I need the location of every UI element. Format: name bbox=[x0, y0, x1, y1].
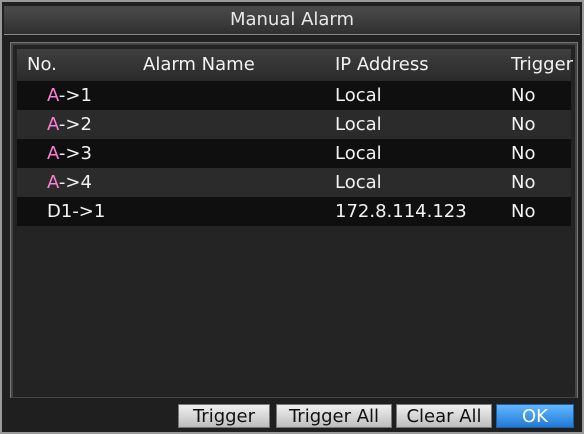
alarm-table: No. Alarm Name IP Address Trigger A->1 L… bbox=[10, 42, 578, 400]
clear-all-button[interactable]: Clear All bbox=[396, 404, 492, 428]
row-trigger: No bbox=[511, 85, 536, 106]
row-no: A->3 bbox=[47, 143, 92, 164]
row-ip-address: Local bbox=[335, 114, 382, 135]
row-trigger: No bbox=[511, 201, 536, 222]
table-body: A->1 Local No A->2 Local No A->3 Local N… bbox=[17, 81, 571, 381]
table-row[interactable]: D1->1 172.8.114.123 No bbox=[17, 197, 571, 226]
button-bar: Trigger Trigger All Clear All OK bbox=[2, 398, 582, 432]
table-header: No. Alarm Name IP Address Trigger bbox=[17, 49, 573, 82]
row-trigger: No bbox=[511, 143, 536, 164]
row-ip-address: 172.8.114.123 bbox=[335, 201, 467, 222]
row-trigger: No bbox=[511, 172, 536, 193]
ok-button[interactable]: OK bbox=[496, 404, 574, 428]
header-no: No. bbox=[27, 54, 57, 75]
row-trigger: No bbox=[511, 114, 536, 135]
row-ip-address: Local bbox=[335, 143, 382, 164]
trigger-button[interactable]: Trigger bbox=[178, 404, 270, 428]
window-title: Manual Alarm bbox=[4, 6, 580, 35]
row-ip-address: Local bbox=[335, 85, 382, 106]
row-no: A->4 bbox=[47, 172, 92, 193]
table-row[interactable]: A->4 Local No bbox=[17, 168, 571, 197]
header-ip-address: IP Address bbox=[335, 54, 429, 75]
header-alarm-name: Alarm Name bbox=[143, 54, 255, 75]
manual-alarm-window: Manual Alarm No. Alarm Name IP Address T… bbox=[0, 0, 584, 434]
row-no: A->2 bbox=[47, 114, 92, 135]
trigger-all-button[interactable]: Trigger All bbox=[276, 404, 392, 428]
row-no: D1->1 bbox=[47, 201, 106, 222]
table-row[interactable]: A->3 Local No bbox=[17, 139, 571, 168]
table-row[interactable]: A->2 Local No bbox=[17, 110, 571, 139]
table-row[interactable]: A->1 Local No bbox=[17, 81, 571, 110]
header-trigger: Trigger bbox=[511, 54, 574, 75]
row-ip-address: Local bbox=[335, 172, 382, 193]
row-no: A->1 bbox=[47, 85, 92, 106]
